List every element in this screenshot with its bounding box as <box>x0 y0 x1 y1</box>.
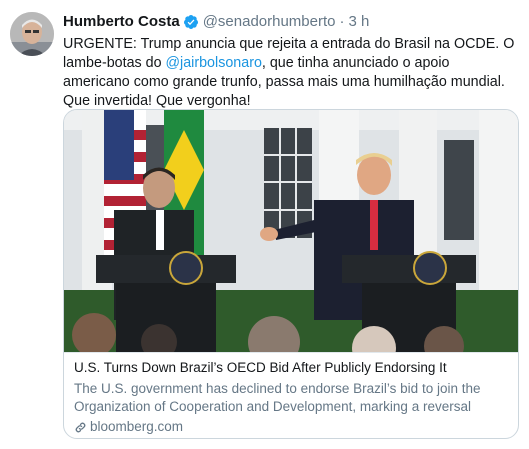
verified-badge-icon <box>183 14 198 29</box>
separator-dot: · <box>339 13 345 30</box>
card-description: The U.S. government has declined to endo… <box>74 381 481 414</box>
tweet-text: URGENTE: Trump anuncia que rejeita a ent… <box>63 35 518 111</box>
tweet-content: Humberto Costa @senadorhumberto · 3 h UR… <box>63 12 519 439</box>
tweet[interactable]: Humberto Costa @senadorhumberto · 3 h UR… <box>0 0 529 449</box>
card-image[interactable] <box>64 110 518 352</box>
user-handle[interactable]: @senadorhumberto <box>203 13 336 30</box>
link-card[interactable]: U.S. Turns Down Brazil’s OECD Bid After … <box>63 109 519 439</box>
link-icon <box>75 422 86 432</box>
user-name[interactable]: Humberto Costa <box>63 13 180 30</box>
tweet-header: Humberto Costa @senadorhumberto · 3 h <box>63 12 518 31</box>
mention-link[interactable]: @jairbolsonaro <box>166 55 262 71</box>
card-domain-row: bloomberg.com <box>74 418 508 436</box>
timestamp[interactable]: 3 h <box>349 13 370 30</box>
card-title: U.S. Turns Down Brazil’s OECD Bid After … <box>74 360 447 375</box>
card-body: U.S. Turns Down Brazil’s OECD Bid After … <box>64 352 518 436</box>
card-domain: bloomberg.com <box>90 419 184 434</box>
avatar[interactable] <box>10 12 54 56</box>
